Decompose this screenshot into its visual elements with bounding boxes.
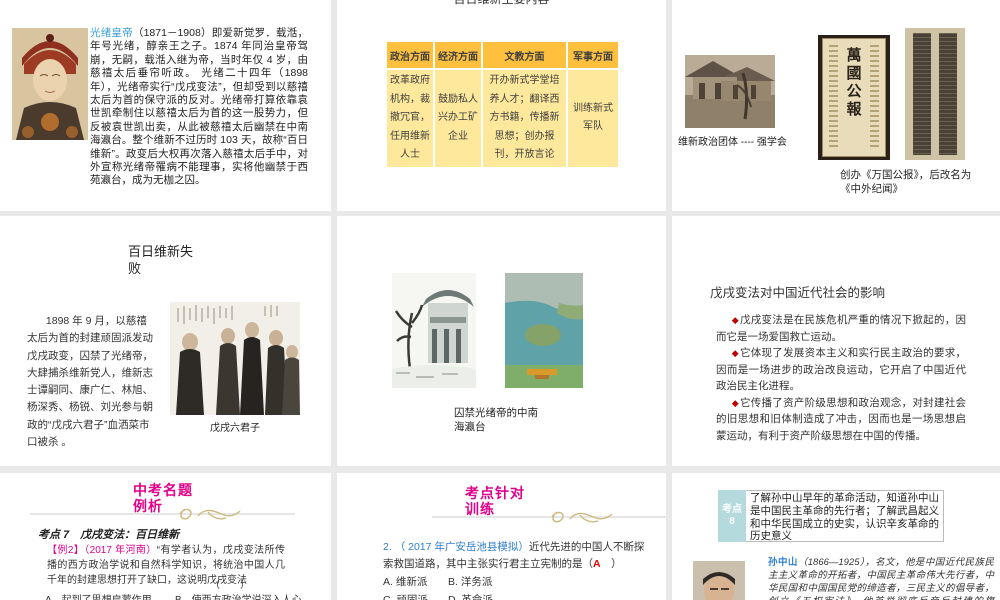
option-c[interactable]: C. 顽固派 [383, 592, 428, 600]
guangxu-name-link: 光绪皇帝 [90, 27, 133, 39]
sun-yatsen-photo [693, 561, 745, 600]
kaodian-7-heading: 考点 7 戊戌变法：百日维新 [38, 529, 180, 541]
slide-sun-yatsen[interactable]: 考点 8 了解孙中山早年的革命活动，知道孙中山是中国民主革命的先行者；了解武昌起… [672, 473, 1000, 600]
qiangxuehui-caption: 维新政治团体 ---- 强学会 [678, 137, 787, 148]
question-source: （ 2017 年广安岳池县模拟） [394, 541, 529, 553]
table-cell: 训练新式军队 [566, 68, 620, 169]
yingtai-snow-drawing [392, 273, 476, 388]
wanguo-gongbao-cover-image: 萬國公報 [818, 35, 890, 160]
guangxu-biography-text: 光绪皇帝（1871－1908）即爱新觉罗．载湉，年号光绪，醇亲王之子。1874 … [90, 27, 308, 187]
example-source: （2017 年河南） [84, 545, 157, 556]
diamond-bullet-icon: ◆ [731, 348, 739, 358]
option-b[interactable]: B. 洋务派 [448, 574, 492, 589]
section-title: 考点针对 训练 [465, 485, 525, 517]
practice-question: 2. （ 2017 年广安岳池县模拟）近代先进的中国人不断探索救国道路，其中主张… [383, 541, 645, 570]
table-header-row: 政治方面 经济方面 文教方面 军事方面 [385, 40, 620, 70]
sun-yatsen-name-link: 孙中山 [768, 557, 798, 568]
wanguo-gongbao-caption: 创办《万国公报》，后改名为《中外纪闻》 [840, 169, 972, 195]
answer-brackets: （ ） [210, 580, 250, 591]
table-cell: 开办新式学堂培养人才；翻译西方书籍，传播新思想；创办报刊，开放言论 [481, 68, 568, 169]
six-gentlemen-caption: 戊戌六君子 [210, 423, 260, 434]
slide-title: 戊戌变法对中国近代社会的影响 [710, 286, 886, 300]
kaodian-8-label: 考点 8 [718, 490, 746, 542]
option-b[interactable]: B．使西方政治学说深入人心 [175, 591, 302, 600]
yingtai-caption: 囚禁光绪帝的中南海瀛台 [454, 407, 538, 433]
col-header: 文教方面 [481, 40, 568, 70]
failure-body-text: 1898 年 9 月，以慈禧太后为首的封建顽固派发动戊戌政变，囚禁了光绪帝，大肆… [27, 315, 153, 449]
slide-reform-failure[interactable]: 百日维新失败 1898 年 9 月，以慈禧太后为首的封建顽固派发动戊戌政变，囚禁… [0, 216, 331, 466]
slide-title: 百日维新主要内容 [337, 0, 666, 7]
table-cell: 改革政府机构，裁撤冗官，任用维新人士 [385, 68, 435, 169]
slide-yingtai[interactable]: 囚禁光绪帝的中南海瀛台 [337, 216, 666, 466]
col-header: 经济方面 [433, 40, 483, 70]
slide-practice[interactable]: 考点针对 训练 2. （ 2017 年广安岳池县模拟）近代先进的中国人不断探索救… [337, 473, 666, 600]
bullet-item: ◆戊戌变法是在民族危机严重的情况下掀起的，因而它是一场爱国救亡运动。 [716, 314, 967, 343]
answer-letter: A [593, 558, 601, 570]
reform-content-table: 政治方面 经济方面 文教方面 军事方面 改革政府机构，裁撤冗官，任用维新人士 鼓… [385, 40, 620, 169]
guangxu-portrait-image [12, 28, 88, 140]
slide-guangxu-emperor[interactable]: 光绪皇帝（1871－1908）即爱新觉罗．载湉，年号光绪，醇亲王之子。1874 … [0, 0, 331, 211]
section-title: 中考名题 例析 [133, 482, 193, 514]
diamond-bullet-icon: ◆ [731, 397, 739, 408]
influence-bullet-list: ◆戊戌变法是在民族危机严重的情况下掀起的，因而它是一场爱国救亡运动。 ◆它体现了… [716, 312, 966, 444]
six-gentlemen-painting [170, 302, 300, 415]
slide-reform-content[interactable]: 百日维新主要内容 政治方面 经济方面 文教方面 军事方面 改革政府机构，裁撤冗官… [337, 0, 666, 211]
qiangxuehui-building-photo [685, 55, 775, 128]
slide-qiangxuehui[interactable]: 维新政治团体 ---- 强学会 萬國公報 创办《万国公报》，后改名为《中外纪闻》 [672, 0, 1000, 211]
diamond-bullet-icon: ◆ [731, 315, 739, 325]
question-number: 2. [383, 541, 395, 553]
sun-yatsen-bio-text: 孙中山（1866—1925），名文，他是中国近代民族民主主义革命的开拓者，中国民… [768, 557, 994, 600]
kaodian-8-box: 考点 8 了解孙中山早年的革命活动，知道孙中山是中国民主革命的先行者；了解武昌起… [718, 490, 944, 542]
bullet-item: ◆它体现了发展资本主义和实行民主政治的要求，因而是一场进步的政治改良运动，它开启… [716, 347, 967, 392]
option-a[interactable]: A．起到了思想启蒙作用 [45, 591, 152, 600]
wanguo-gongbao-title: 萬國公報 [844, 47, 863, 119]
slide-title: 百日维新失败 [128, 244, 194, 276]
slide-reform-influence[interactable]: 戊戌变法对中国近代社会的影响 ◆戊戌变法是在民族危机严重的情况下掀起的，因而它是… [672, 216, 1000, 466]
col-header: 政治方面 [385, 40, 435, 70]
slide-exam-example[interactable]: 中考名题 例析 考点 7 戊戌变法：百日维新 【例2】（2017 年河南）“有学… [0, 473, 331, 600]
option-d[interactable]: D. 革命派 [448, 592, 493, 600]
zhongnanhai-aerial-photo [505, 273, 583, 388]
table-cell: 鼓励私人兴办工矿企业 [433, 68, 483, 169]
zhongwai-jiwen-pages-image [905, 28, 965, 160]
option-a[interactable]: A. 维新派 [383, 574, 427, 589]
kaodian-8-scope-text: 了解孙中山早年的革命活动，知道孙中山是中国民主革命的先行者；了解武昌起义和中华民… [746, 490, 944, 542]
table-body-row: 改革政府机构，裁撤冗官，任用维新人士 鼓励私人兴办工矿企业 开办新式学堂培养人才… [385, 68, 620, 169]
example-label: 【例2】 [47, 545, 85, 556]
bullet-item: ◆它传播了资产阶级思想和政治观念，对封建社会的旧思想和旧体制造成了冲击，因而也是… [716, 396, 967, 442]
col-header: 军事方面 [566, 40, 620, 70]
